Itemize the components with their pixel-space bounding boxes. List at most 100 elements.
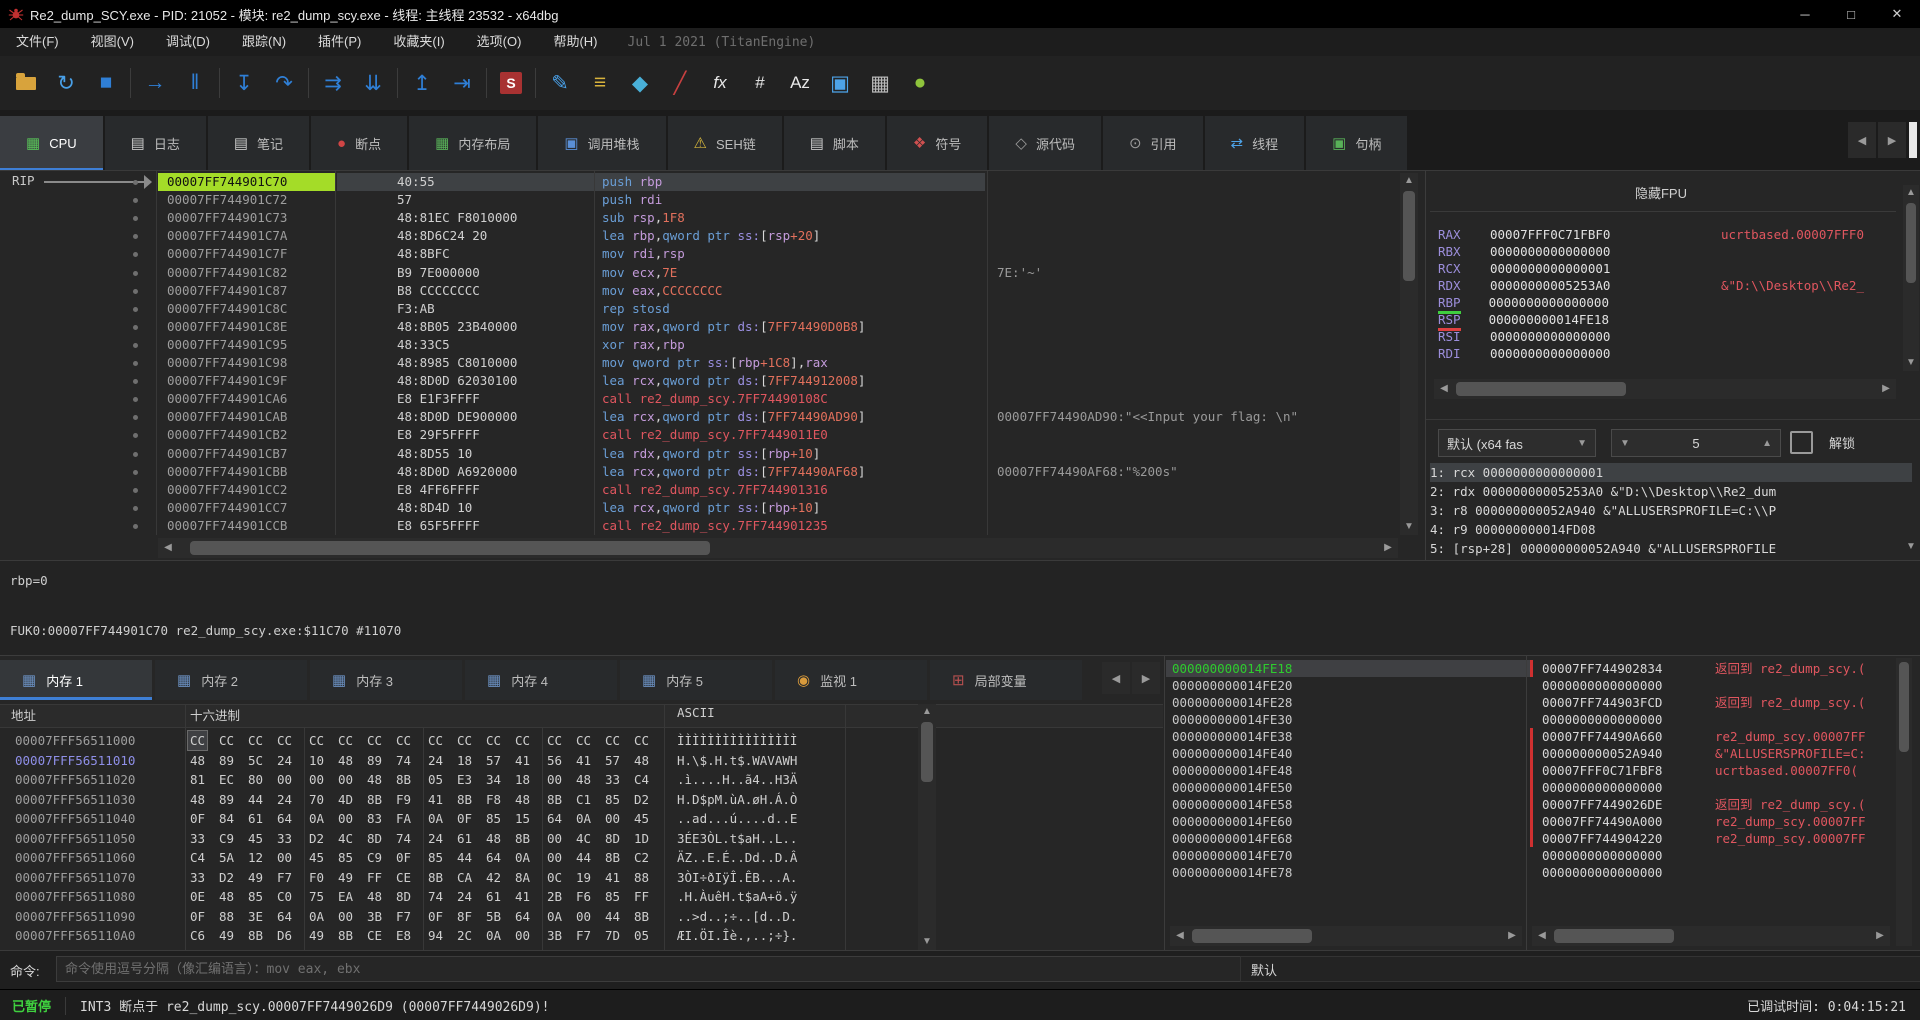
unlock-checkbox[interactable] xyxy=(1790,431,1813,454)
dump-byte[interactable]: CC xyxy=(515,731,530,750)
dump-byte[interactable]: 8B xyxy=(338,926,353,945)
breakpoint-dot[interactable] xyxy=(133,379,138,385)
dump-byte[interactable]: 41 xyxy=(515,751,530,770)
patch-icon[interactable]: ✎ xyxy=(540,63,580,103)
dump-byte[interactable]: 8B xyxy=(634,907,649,926)
dump-byte[interactable]: 48 xyxy=(338,751,353,770)
values-hsc-thumb[interactable] xyxy=(1554,929,1674,943)
breakpoint-dot[interactable] xyxy=(133,324,138,330)
tab-SEH链[interactable]: ⚠ SEH链 xyxy=(667,116,782,170)
stack-address-row[interactable]: 000000000014FE20 xyxy=(1166,677,1530,694)
dump-byte[interactable]: D2 xyxy=(309,829,324,848)
disasm-row[interactable]: 00007FF744901CB2 E8 29F5FFFF call re2_dump… xyxy=(0,426,1400,444)
breakpoint-dot[interactable] xyxy=(133,234,138,240)
stack-value-row[interactable]: 0000000000000000 xyxy=(1530,864,1916,881)
dump-byte[interactable]: 41 xyxy=(428,790,443,809)
disasm-row[interactable]: 00007FF744901C9F 48:8D0D 62030100 lea rcx,… xyxy=(0,372,1400,390)
tab-笔记[interactable]: ▤ 笔记 xyxy=(207,116,310,170)
command-mode-select[interactable]: 默认 xyxy=(1240,956,1920,982)
dump-byte[interactable]: 56 xyxy=(547,751,562,770)
menu-item-跟踪(N)[interactable]: 跟踪(N) xyxy=(226,34,302,49)
breakpoint-dot[interactable] xyxy=(133,270,138,276)
dump-vscroll-down-icon[interactable]: ▼ xyxy=(919,934,935,950)
dump-byte[interactable]: C9 xyxy=(219,829,234,848)
dump-byte[interactable]: 1D xyxy=(634,829,649,848)
dump-byte[interactable]: 0E xyxy=(190,887,205,906)
dump-byte[interactable]: 85 xyxy=(338,848,353,867)
register-row-RBP[interactable]: RBP 0000000000000000 xyxy=(1438,294,1916,314)
dump-byte[interactable]: 0A xyxy=(515,848,530,867)
breakpoint-dot[interactable] xyxy=(133,288,138,294)
menu-item-插件(P)[interactable]: 插件(P) xyxy=(302,34,377,49)
tab-内存 5[interactable]: ▦ 内存 5 xyxy=(620,660,772,700)
dump-byte[interactable]: 00 xyxy=(605,809,620,828)
dump-byte[interactable]: 48 xyxy=(219,887,234,906)
dump-byte[interactable]: 85 xyxy=(428,848,443,867)
dump-byte[interactable]: 41 xyxy=(515,887,530,906)
dump-byte[interactable]: CC xyxy=(186,730,209,751)
run-to-selection-icon[interactable]: ⇥ xyxy=(442,63,482,103)
memory-tab-left-icon[interactable]: ◀ xyxy=(1102,662,1130,694)
disasm-hscroll-left-icon[interactable]: ◀ xyxy=(160,540,176,556)
dump-byte[interactable]: CC xyxy=(576,731,591,750)
dump-byte[interactable]: 00 xyxy=(277,770,292,789)
dump-byte[interactable]: 83 xyxy=(367,809,382,828)
registers-hscroll-thumb[interactable] xyxy=(1456,382,1626,396)
command-input[interactable] xyxy=(56,956,1246,982)
dump-byte[interactable]: 8B xyxy=(248,926,263,945)
argument-row[interactable]: 3: r8 000000000052A940 &"ALLUSERSPROFILE… xyxy=(1430,501,1912,520)
dump-byte[interactable]: 5B xyxy=(486,907,501,926)
dump-byte[interactable]: EA xyxy=(338,887,353,906)
dump-byte[interactable]: C0 xyxy=(277,887,292,906)
tab-CPU[interactable]: ▦ CPU xyxy=(0,116,103,170)
dump-byte[interactable]: 48 xyxy=(515,790,530,809)
dump-byte[interactable]: 8B xyxy=(367,790,382,809)
breakpoint-dot[interactable] xyxy=(133,487,138,493)
dump-byte[interactable]: 81 xyxy=(190,770,205,789)
menu-item-调试(D)[interactable]: 调试(D) xyxy=(150,34,226,49)
dump-byte[interactable]: 5A xyxy=(219,848,234,867)
dump-byte[interactable]: 18 xyxy=(515,770,530,789)
dump-byte[interactable]: 4C xyxy=(576,829,591,848)
breakpoint-dot[interactable] xyxy=(133,180,138,185)
dump-byte[interactable]: 85 xyxy=(486,809,501,828)
tab-源代码[interactable]: ◇ 源代码 xyxy=(989,116,1101,170)
stack-address-row[interactable]: 000000000014FE58 xyxy=(1166,796,1530,813)
stack-address-row[interactable]: 000000000014FE68 xyxy=(1166,830,1530,847)
stack-hscrollbar[interactable]: ◀ ▶ xyxy=(1170,926,1522,946)
dump-byte[interactable]: 57 xyxy=(486,751,501,770)
dump-byte[interactable]: CC xyxy=(367,731,382,750)
disasm-row[interactable]: 00007FF744901C82 B9 7E000000 mov ecx,7E 7E:… xyxy=(0,264,1400,282)
stack-address-row[interactable]: 000000000014FE18 xyxy=(1166,660,1530,677)
stack-value-row[interactable]: 00007FF744904220 re2_dump_scy.00007FF xyxy=(1530,830,1916,847)
register-row-RSP[interactable]: RSP 000000000014FE18 xyxy=(1438,311,1916,331)
stack-value-row[interactable]: 00007FF74490A000 re2_dump_scy.00007FF xyxy=(1530,813,1916,830)
dump-byte[interactable]: E3 xyxy=(457,770,472,789)
dump-byte[interactable]: D2 xyxy=(634,790,649,809)
dump-byte[interactable]: 74 xyxy=(396,829,411,848)
disasm-vscroll-up-icon[interactable]: ▲ xyxy=(1401,173,1417,189)
tab-内存 1[interactable]: ▦ 内存 1 xyxy=(0,660,152,700)
dump-byte[interactable]: 48 xyxy=(634,751,649,770)
dump-byte[interactable]: CC xyxy=(486,731,501,750)
functions-icon[interactable]: fx xyxy=(700,63,740,103)
registers-hscroll-left-icon[interactable]: ◀ xyxy=(1436,381,1452,397)
dump-byte[interactable]: 45 xyxy=(309,848,324,867)
disasm-hscroll-right-icon[interactable]: ▶ xyxy=(1380,540,1396,556)
stack-address-row[interactable]: 000000000014FE40 xyxy=(1166,745,1530,762)
tab-scroll-left-icon[interactable]: ◀ xyxy=(1848,122,1876,158)
tab-日志[interactable]: ▤ 日志 xyxy=(104,116,206,170)
dump-byte[interactable]: C6 xyxy=(190,926,205,945)
registers-vscroll-down-icon[interactable]: ▼ xyxy=(1903,355,1919,371)
tab-调用堆栈[interactable]: ▣ 调用堆栈 xyxy=(538,116,666,170)
dump-byte[interactable]: CC xyxy=(309,731,324,750)
values-hscrollbar[interactable]: ◀ ▶ xyxy=(1532,926,1890,946)
menu-item-视图(V)[interactable]: 视图(V) xyxy=(75,34,150,49)
stack-address-row[interactable]: 000000000014FE48 xyxy=(1166,762,1530,779)
dump-byte[interactable]: 00 xyxy=(309,770,324,789)
disasm-row[interactable]: 00007FF744901C72 57 push rdi xyxy=(0,191,1400,209)
registers-vscrollbar[interactable]: ▲ ▼ xyxy=(1903,185,1919,371)
dump-byte[interactable]: 8F xyxy=(457,907,472,926)
stack-value-row[interactable]: 00007FF7449026DE 返回到 re2_dump_scy.( xyxy=(1530,796,1916,813)
stack-value-row[interactable]: 000000000052A940 &"ALLUSERSPROFILE=C: xyxy=(1530,745,1916,762)
